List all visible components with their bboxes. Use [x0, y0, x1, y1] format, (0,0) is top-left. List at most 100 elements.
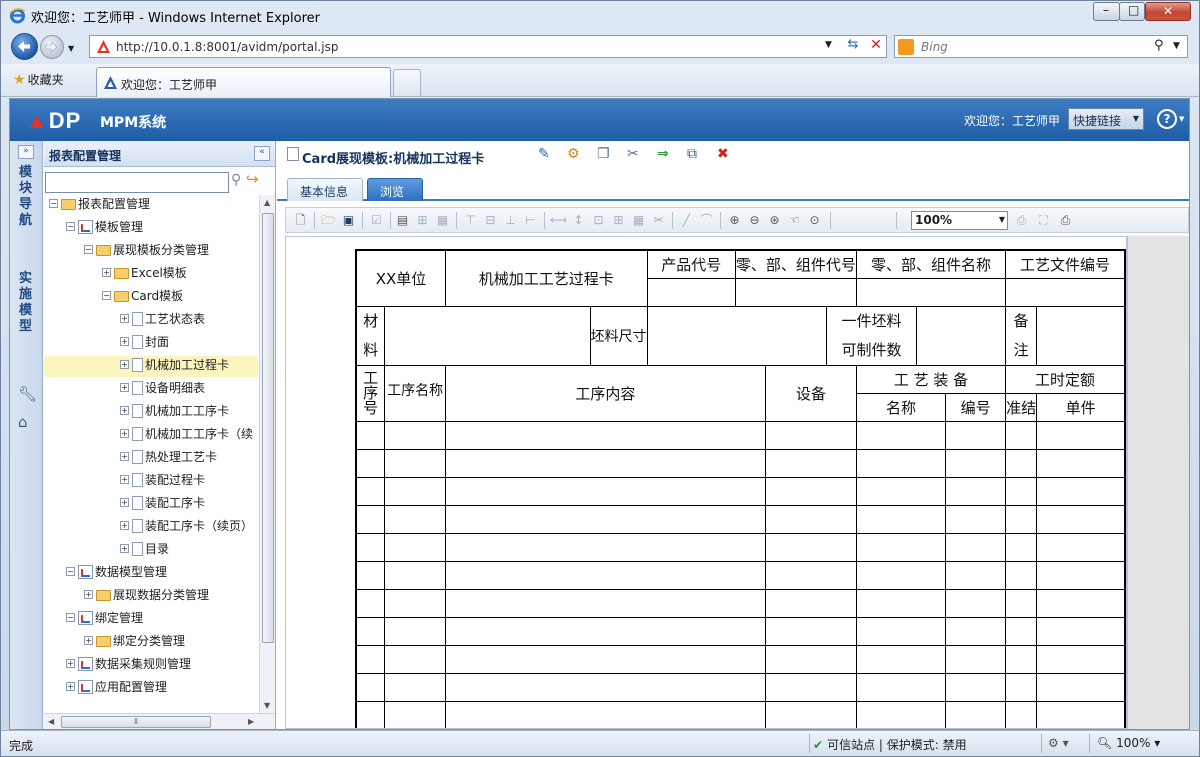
- forward-arrow-icon[interactable]: ⇒: [657, 146, 669, 162]
- collapse-icon[interactable]: «: [254, 146, 270, 161]
- table-cell[interactable]: [444, 532, 766, 562]
- expand-toggle-icon[interactable]: +: [120, 429, 129, 438]
- table-cell[interactable]: [945, 700, 1007, 728]
- table-cell[interactable]: [855, 560, 947, 590]
- checkbox-icon[interactable]: ☑: [368, 212, 385, 228]
- scroll-down-icon[interactable]: ▼: [264, 701, 270, 710]
- product-code-value[interactable]: [646, 277, 736, 307]
- table-cell[interactable]: [945, 588, 1007, 618]
- collapse-toggle-icon[interactable]: −: [49, 199, 58, 208]
- blank-size-value[interactable]: [646, 305, 827, 366]
- grid-icon[interactable]: ⊞: [414, 212, 431, 228]
- table-cell[interactable]: [764, 644, 857, 674]
- expand-toggle-icon[interactable]: +: [120, 521, 129, 530]
- insert-table-icon[interactable]: ▦: [630, 212, 647, 228]
- table-cell[interactable]: [384, 616, 446, 646]
- security-zone[interactable]: ✔ 可信站点 | 保护模式: 禁用: [813, 736, 967, 753]
- open-folder-icon[interactable]: 🗁︎: [320, 212, 337, 228]
- table-cell[interactable]: [384, 420, 446, 450]
- expand-toggle-icon[interactable]: +: [102, 268, 111, 277]
- table-cell[interactable]: [444, 700, 766, 728]
- table-cell[interactable]: [855, 672, 947, 702]
- tree-item[interactable]: + 封面: [120, 333, 169, 354]
- table-cell[interactable]: [1036, 448, 1126, 478]
- tab-browse[interactable]: 浏览: [367, 178, 423, 201]
- tree-item[interactable]: + 绑定分类管理: [84, 632, 185, 653]
- expand-toggle-icon[interactable]: +: [120, 337, 129, 346]
- zoom-out-icon[interactable]: ⊖: [746, 212, 763, 228]
- align-bottom-icon[interactable]: ⊥: [502, 212, 519, 228]
- table-cell[interactable]: [764, 588, 857, 618]
- collapse-toggle-icon[interactable]: −: [84, 245, 93, 254]
- help-button[interactable]: ?: [1157, 109, 1177, 129]
- tree-item[interactable]: + 展现数据分类管理: [84, 586, 209, 607]
- table-cell[interactable]: [355, 560, 386, 590]
- table-cell[interactable]: [384, 532, 446, 562]
- expand-toggle-icon[interactable]: +: [120, 452, 129, 461]
- search-icon[interactable]: ⚲: [231, 172, 241, 188]
- locate-arrow-icon[interactable]: ↪: [246, 170, 259, 188]
- collapse-toggle-icon[interactable]: −: [66, 613, 75, 622]
- save-icon[interactable]: ▣: [340, 212, 357, 228]
- tree-item[interactable]: + 装配过程卡: [120, 471, 205, 492]
- tree-item[interactable]: + Excel模板: [102, 264, 187, 285]
- expand-toggle-icon[interactable]: +: [120, 360, 129, 369]
- tree-item[interactable]: − 模板管理: [66, 218, 143, 239]
- align-top-icon[interactable]: ⊤: [462, 212, 479, 228]
- zoom-level[interactable]: 🔍︎ 100% ▾: [1097, 736, 1160, 750]
- tree-item[interactable]: + 装配工序卡: [120, 494, 205, 515]
- pan-icon[interactable]: ☜: [786, 212, 803, 228]
- table-cell[interactable]: [384, 560, 446, 590]
- table-cell[interactable]: [945, 616, 1007, 646]
- table-cell[interactable]: [764, 616, 857, 646]
- table-cell[interactable]: [384, 672, 446, 702]
- table-cell[interactable]: [355, 644, 386, 674]
- edit-pencil-icon[interactable]: ✎: [538, 146, 550, 162]
- table-cell[interactable]: [764, 560, 857, 590]
- table-cell[interactable]: [945, 644, 1007, 674]
- part-name-value[interactable]: [855, 277, 1007, 307]
- split-cells-icon[interactable]: ⊞: [610, 212, 627, 228]
- table-cell[interactable]: [764, 672, 857, 702]
- table-cell[interactable]: [444, 672, 766, 702]
- expand-toggle-icon[interactable]: +: [84, 590, 93, 599]
- tree-item[interactable]: − 报表配置管理: [49, 195, 150, 216]
- expand-toggle-icon[interactable]: +: [120, 498, 129, 507]
- tree-item[interactable]: − 绑定管理: [66, 609, 143, 630]
- table-cell[interactable]: [355, 532, 386, 562]
- merge-cells-icon[interactable]: ⊡: [590, 212, 607, 228]
- table-cell[interactable]: [855, 700, 947, 728]
- table-cell[interactable]: [355, 700, 386, 728]
- table-cell[interactable]: [855, 588, 947, 618]
- table-cell[interactable]: [764, 476, 857, 506]
- minimize-button[interactable]: –: [1093, 2, 1120, 21]
- expand-toggle-icon[interactable]: +: [84, 636, 93, 645]
- table-cell[interactable]: [855, 476, 947, 506]
- table-cell[interactable]: [855, 448, 947, 478]
- material-value[interactable]: [384, 305, 591, 366]
- tree-item[interactable]: + 工艺状态表: [120, 310, 205, 331]
- table-cell[interactable]: [444, 588, 766, 618]
- table-cell[interactable]: [764, 700, 857, 728]
- align-middle-icon[interactable]: ⊟: [482, 212, 499, 228]
- fullscreen-icon[interactable]: ⛶: [1035, 212, 1052, 228]
- maximize-button[interactable]: □: [1119, 2, 1145, 21]
- table-cell[interactable]: [1005, 504, 1038, 534]
- table-cell[interactable]: [1005, 476, 1038, 506]
- expand-toggle-icon[interactable]: +: [120, 383, 129, 392]
- table-cell[interactable]: [355, 476, 386, 506]
- implementation-model-tab[interactable]: 实施模型: [19, 271, 33, 335]
- scissors-icon[interactable]: ✂: [650, 212, 667, 228]
- delete-icon[interactable]: ✖: [717, 146, 729, 162]
- table-cell[interactable]: [355, 448, 386, 478]
- page-icon[interactable]: ▤: [394, 212, 411, 228]
- table-cell[interactable]: [1005, 420, 1038, 450]
- card-name-cell[interactable]: 机械加工工艺过程卡: [444, 249, 648, 307]
- print-icon[interactable]: ⎙: [1057, 212, 1074, 228]
- table-cell[interactable]: [1036, 560, 1126, 590]
- tree-item[interactable]: − 展现模板分类管理: [84, 241, 209, 262]
- unit-cell[interactable]: XX单位: [355, 249, 446, 307]
- protected-mode-icon[interactable]: ⚙ ▾: [1048, 736, 1069, 750]
- table-cell[interactable]: [1036, 644, 1126, 674]
- zoom-select[interactable]: 100% ▼: [911, 211, 1008, 230]
